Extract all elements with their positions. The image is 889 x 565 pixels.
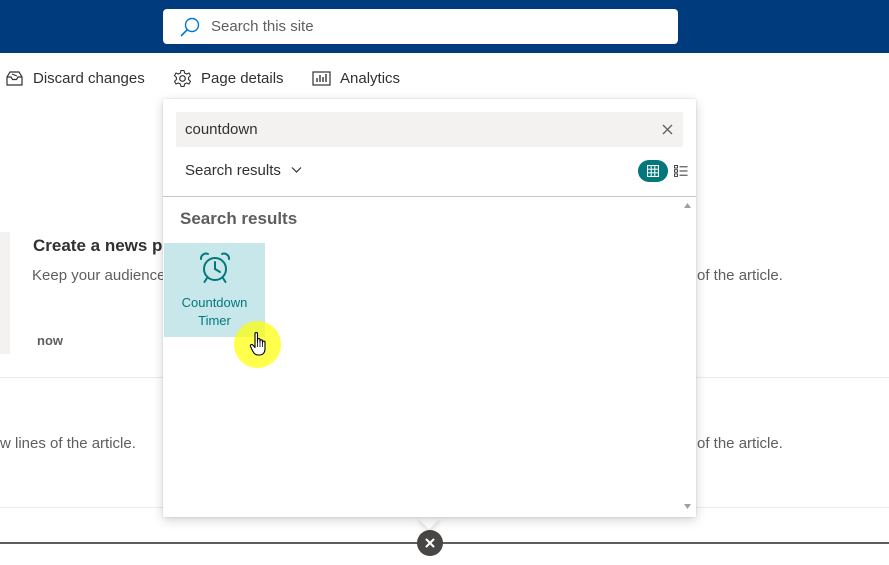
news-post-title[interactable]: Create a news po bbox=[33, 236, 173, 256]
page-details-button[interactable]: Page details bbox=[173, 60, 284, 96]
grid-icon bbox=[647, 165, 659, 177]
section-insert-line bbox=[0, 542, 889, 544]
webpart-toolbox: countdown Search results Search results … bbox=[163, 99, 696, 517]
analytics-icon bbox=[312, 70, 331, 86]
scroll-down-arrow-icon[interactable] bbox=[679, 500, 696, 514]
suite-bar: Search this site bbox=[0, 0, 889, 53]
news-row2-description-right: of the article. bbox=[697, 435, 783, 452]
results-filter-label: Search results bbox=[185, 161, 281, 179]
site-search-placeholder: Search this site bbox=[211, 18, 314, 35]
results-filter-dropdown[interactable]: Search results bbox=[185, 159, 302, 181]
gear-icon bbox=[173, 69, 192, 87]
discard-changes-button[interactable]: Discard changes bbox=[5, 60, 145, 96]
site-search-box[interactable]: Search this site bbox=[163, 9, 678, 44]
search-icon bbox=[180, 17, 200, 36]
news-post-description: Keep your audience bbox=[32, 267, 166, 284]
news-row2-description-left: w lines of the article. bbox=[0, 435, 136, 452]
clear-search-button[interactable] bbox=[651, 112, 683, 147]
news-post-accent bbox=[0, 232, 10, 354]
page-details-label: Page details bbox=[201, 69, 284, 87]
toolbox-separator bbox=[163, 196, 696, 197]
command-bar: Discard changes Page details Analytics bbox=[0, 60, 889, 96]
toolbox-scrollbar[interactable] bbox=[679, 197, 696, 517]
news-post-description-right: of the article. bbox=[697, 267, 783, 284]
toolbox-search-input[interactable]: countdown bbox=[176, 112, 683, 147]
news-post-time: now bbox=[37, 333, 63, 348]
hand-pointer-icon bbox=[249, 331, 266, 356]
close-icon bbox=[662, 124, 672, 135]
view-toggle bbox=[638, 160, 692, 182]
alarm-clock-icon bbox=[199, 252, 230, 283]
list-view-button[interactable] bbox=[670, 160, 692, 182]
close-toolbox-button[interactable] bbox=[417, 530, 443, 556]
scroll-up-arrow-icon[interactable] bbox=[679, 198, 696, 212]
chevron-down-icon bbox=[291, 167, 302, 173]
analytics-label: Analytics bbox=[340, 69, 401, 87]
toolbox-search-value: countdown bbox=[185, 121, 258, 138]
analytics-button[interactable]: Analytics bbox=[312, 60, 400, 96]
list-icon bbox=[674, 165, 688, 177]
close-icon bbox=[425, 538, 435, 548]
results-heading: Search results bbox=[180, 209, 298, 228]
discard-changes-label: Discard changes bbox=[33, 69, 145, 87]
discard-icon bbox=[6, 70, 23, 86]
grid-view-button[interactable] bbox=[638, 160, 668, 182]
